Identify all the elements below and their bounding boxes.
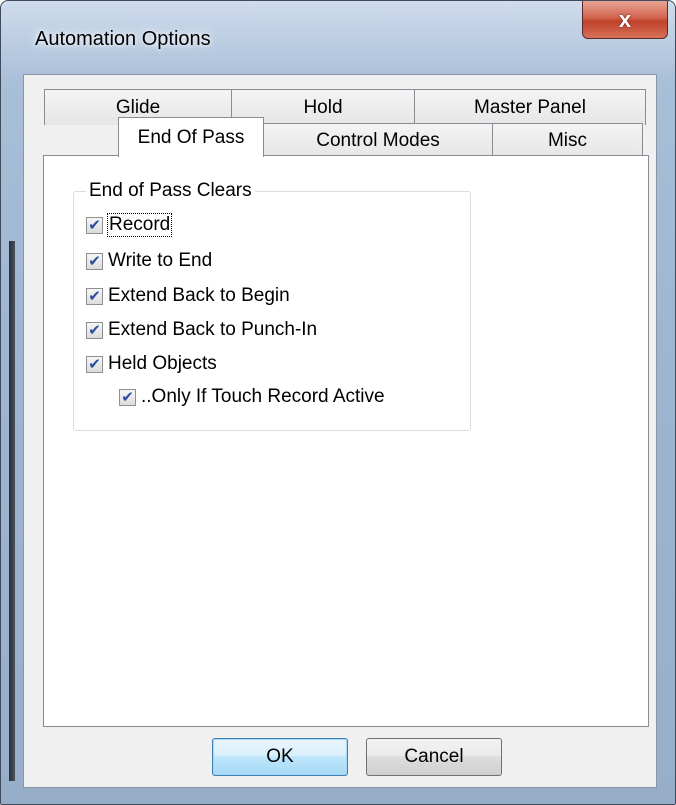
checkbox-box[interactable]: ✔ bbox=[86, 287, 103, 305]
checkbox-label: Held Objects bbox=[108, 353, 217, 374]
held-objects-checkbox[interactable]: ✔ Held Objects bbox=[86, 353, 217, 375]
checkbox-box[interactable]: ✔ bbox=[86, 355, 103, 373]
cancel-button[interactable]: Cancel bbox=[366, 738, 502, 776]
tab-label: Glide bbox=[115, 96, 161, 118]
checkmark-icon: ✔ bbox=[88, 287, 101, 305]
window-title: Automation Options bbox=[35, 28, 211, 50]
close-icon: x bbox=[618, 6, 632, 32]
window-frame-edge bbox=[9, 241, 15, 781]
close-button[interactable]: x bbox=[582, 1, 668, 39]
tab-label: Control Modes bbox=[316, 129, 440, 151]
automation-options-window: Automation Options x Glide Hold Master P… bbox=[0, 0, 676, 805]
checkmark-icon: ✔ bbox=[88, 252, 101, 270]
checkbox-box[interactable]: ✔ bbox=[86, 252, 103, 270]
checkmark-icon: ✔ bbox=[88, 216, 101, 234]
checkbox-label: Extend Back to Punch-In bbox=[108, 319, 318, 340]
write-to-end-checkbox[interactable]: ✔ Write to End bbox=[86, 250, 212, 272]
checkmark-icon: ✔ bbox=[121, 388, 134, 406]
checkbox-label: Write to End bbox=[108, 250, 213, 271]
ok-button[interactable]: OK bbox=[212, 738, 348, 776]
tab-control-modes[interactable]: Control Modes bbox=[263, 123, 493, 157]
tab-label: Hold bbox=[303, 96, 343, 118]
checkbox-box[interactable]: ✔ bbox=[86, 216, 103, 234]
tab-master-panel[interactable]: Master Panel bbox=[414, 89, 646, 125]
group-caption: End of Pass Clears bbox=[86, 180, 255, 202]
checkmark-icon: ✔ bbox=[88, 321, 101, 339]
checkbox-box[interactable]: ✔ bbox=[119, 388, 136, 406]
tab-misc[interactable]: Misc bbox=[492, 123, 643, 157]
checkmark-icon: ✔ bbox=[88, 355, 101, 373]
tab-label: Misc bbox=[547, 129, 588, 151]
tab-label: End Of Pass bbox=[137, 126, 245, 148]
checkbox-box[interactable]: ✔ bbox=[86, 321, 103, 339]
tab-end-of-pass[interactable]: End Of Pass bbox=[118, 117, 264, 157]
checkbox-label: Extend Back to Begin bbox=[108, 285, 290, 306]
extend-back-to-punch-in-checkbox[interactable]: ✔ Extend Back to Punch-In bbox=[86, 319, 317, 341]
record-checkbox[interactable]: ✔ Record bbox=[86, 213, 173, 237]
extend-back-to-begin-checkbox[interactable]: ✔ Extend Back to Begin bbox=[86, 285, 290, 307]
only-if-touch-record-active-checkbox[interactable]: ✔ ..Only If Touch Record Active bbox=[119, 386, 385, 408]
dialog-client-area: Glide Hold Master Panel End Of Pass Cont… bbox=[23, 74, 657, 788]
checkbox-label: ..Only If Touch Record Active bbox=[141, 386, 385, 407]
end-of-pass-panel: End of Pass Clears ✔ Record ✔ Write to E… bbox=[43, 155, 649, 727]
end-of-pass-clears-group: End of Pass Clears ✔ Record ✔ Write to E… bbox=[73, 180, 471, 431]
checkbox-label: Record bbox=[106, 213, 173, 237]
title-bar[interactable]: Automation Options x bbox=[1, 1, 675, 75]
tab-label: Master Panel bbox=[474, 96, 586, 118]
